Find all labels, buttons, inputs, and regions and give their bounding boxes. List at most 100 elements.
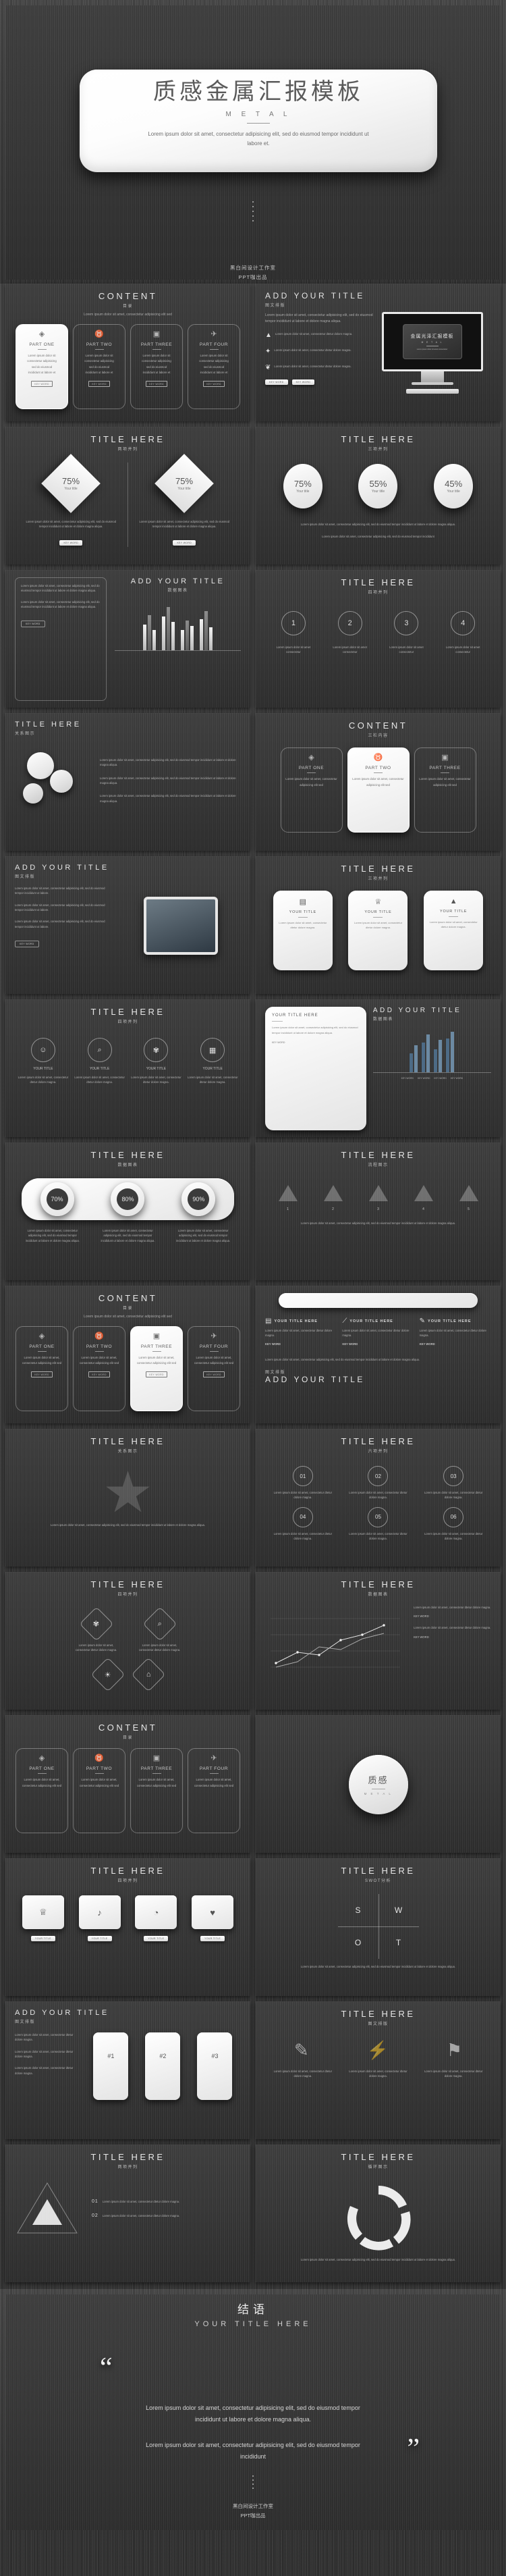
part-card-label: PART TWO	[86, 342, 113, 347]
part-card-label: PART THREE	[429, 766, 461, 770]
icon-item[interactable]: ▦ YOUR TITLE Lorem ipsum dolor sit amet,…	[184, 1038, 241, 1084]
card-label[interactable]: YOUR TITLE	[200, 1936, 225, 1941]
slide-three-ellipses[interactable]: TITLE HERE 三项并列 75% Your title 55% Your …	[256, 427, 501, 564]
slide-image-text[interactable]: ADD YOUR TITLE 图文排版 Lorem ipsum dolor si…	[256, 284, 501, 421]
slide-triangle-steps[interactable]: TITLE HERE 流程图示 1 2 3 4 5 Lorem ipsum do…	[256, 1142, 501, 1280]
slide-circular-arrows[interactable]: TITLE HERE 循环图示 Lorem ipsum dolor sit am…	[256, 2145, 501, 2282]
part-card-text: Lorem ipsum dolor sit amet, consectetur …	[285, 777, 337, 787]
part-card[interactable]: ♉ PART TWO Lorem ipsum dolor sit amet, c…	[73, 1748, 125, 1833]
key-word-button[interactable]: KEY WORD	[88, 381, 110, 388]
part-card[interactable]: ◈ PART ONE Lorem ipsum dolor sit consect…	[16, 323, 68, 409]
slide-three-pill-cards[interactable]: TITLE HERE 三项并列 ▤ YOUR TITLE Lorem ipsum…	[256, 856, 501, 994]
music-icon[interactable]: ♪	[78, 1895, 121, 1929]
icon-item[interactable]: ⌕ YOUR TITLE Lorem ipsum dolor sit amet,…	[72, 1038, 128, 1084]
pill-card[interactable]: ♕ YOUR TITLE Lorem ipsum dolor sit amet,…	[348, 891, 408, 970]
legend-item: KEY WORD	[450, 1077, 463, 1080]
icon-item[interactable]: ☺ YOUR TITLE Lorem ipsum dolor sit amet,…	[15, 1038, 72, 1084]
slide-subtitle: 数据图表	[372, 1018, 393, 1022]
heart-icon[interactable]: ♥	[192, 1895, 234, 1929]
part-card-text: sed do eiusmod	[203, 365, 225, 369]
slide-sketch-icons[interactable]: TITLE HERE 图文排版 ✎ ⚡ ⚑ Lorem ipsum dolor …	[256, 2001, 501, 2139]
part-card[interactable]: ◈ PART ONE Lorem ipsum dolor sit amet, c…	[16, 1325, 68, 1411]
col-text: Lorem ipsum dolor sit amet, consectetur …	[265, 1329, 333, 1338]
slide-puzzle[interactable]: TITLE HERE 关系图示 Lorem ipsum dolor sit am…	[5, 713, 250, 851]
part-card[interactable]: ▣ PART THREE Lorem ipsum dolor sit amet,…	[130, 1748, 183, 1833]
key-word-button[interactable]: KEY WORD	[203, 381, 225, 388]
bullet-text: Lorem ipsum dolor sit amet, consectetur …	[274, 365, 352, 368]
key-word-button[interactable]: KEY WORD	[21, 621, 45, 628]
slide-two-diamonds[interactable]: TITLE HERE 两项并列 75% Your title Lorem ips…	[5, 427, 250, 564]
part-card[interactable]: ✈ PART FOUR Lorem ipsum dolor sit consec…	[188, 323, 240, 409]
slide-swot[interactable]: TITLE HERE SWOT分析 S W O T Lorem ipsum do…	[256, 1858, 501, 1996]
slide-title: CONTENT	[98, 1293, 158, 1303]
card-label[interactable]: YOUR TITLE	[30, 1936, 55, 1941]
slide-round-badge[interactable]: 质感 M E T A L	[256, 1715, 501, 1853]
part-card[interactable]: ▣ PART THREE Lorem ipsum dolor sit amet,…	[414, 747, 476, 833]
title-card: 质感金属汇报模板 M E T A L Lorem ipsum dolor sit…	[80, 70, 437, 172]
part-card[interactable]: ♉ PART TWO Lorem ipsum dolor sit amet, c…	[73, 1325, 125, 1411]
key-word-button[interactable]: KEY WORD	[59, 540, 83, 546]
card-label[interactable]: YOUR TITLE	[144, 1936, 169, 1941]
item-number: 02	[92, 2213, 99, 2219]
key-word-button[interactable]: KEY WORD	[31, 1371, 53, 1378]
slide-tablet-layout[interactable]: ADD YOUR TITLE 图文排版 Lorem ipsum dolor si…	[5, 856, 250, 994]
slide-three-donuts[interactable]: TITLE HERE 数据图表 70% 80% 90% Lorem ipsum …	[5, 1142, 250, 1280]
part-card[interactable]: ▣ PART THREE Lorem ipsum dolor sit amet,…	[130, 1325, 183, 1411]
part-card-label: PART FOUR	[199, 342, 229, 347]
key-word-button[interactable]: KEY WORD	[88, 1371, 110, 1378]
key-word-button[interactable]: KEY WORD	[31, 381, 53, 388]
icon-item-label: YOUR TITLE	[202, 1067, 223, 1071]
key-word-button[interactable]: KEY WORD	[173, 540, 196, 546]
key-word-button[interactable]: KEY WORD	[265, 379, 288, 385]
slide-title: TITLE HERE	[90, 1579, 165, 1589]
slide-note-bar-chart[interactable]: YOUR TITLE HERE Lorem ipsum dolor sit am…	[256, 999, 501, 1137]
slide-content-toc[interactable]: CONTENT 目录 Lorem ipsum dolor sit amet, c…	[5, 284, 250, 421]
slide-content-cards-4c[interactable]: CONTENT 目录 ◈ PART ONE Lorem ipsum dolor …	[5, 1715, 250, 1853]
slide-description: Lorem ipsum dolor sit amet, consectetur …	[265, 313, 373, 323]
part-card-text: Lorem ipsum dolor sit amet, consectetur …	[194, 1355, 234, 1365]
slide-four-circle-icons[interactable]: TITLE HERE 四项并列 ☺ YOUR TITLE Lorem ipsum…	[5, 999, 250, 1137]
swot-quadrant: S	[355, 1905, 361, 1915]
slide-six-circles[interactable]: TITLE HERE 六项并列 01 02 03 Lorem ipsum dol…	[256, 1429, 501, 1567]
diamond-stat: 75% Your title	[41, 454, 101, 513]
slide-three-icon-cols[interactable]: ▤ YOUR TITLE HERE Lorem ipsum dolor sit …	[256, 1286, 501, 1423]
slide-bar-chart[interactable]: Lorem ipsum dolor sit amet, consectetur …	[5, 570, 250, 708]
card-label[interactable]: YOUR TITLE	[87, 1936, 112, 1941]
part-card[interactable]: ♉ PART TWO Lorem ipsum dolor sit consect…	[73, 323, 125, 409]
key-word-button[interactable]: KEY WORD	[146, 381, 167, 388]
key-word-button[interactable]: KEY WORD	[146, 1371, 167, 1378]
slide-four-white-cards[interactable]: TITLE HERE 四项并列 ♕ ♪ ◔ ♥ YOUR TITLE YOUR …	[5, 1858, 250, 1996]
slide-phone-cards[interactable]: ADD YOUR TITLE 图文排版 Lorem ipsum dolor si…	[5, 2001, 250, 2139]
phone-card[interactable]: #1	[93, 2032, 129, 2100]
slide-triangle-two[interactable]: TITLE HERE 两项并列 01 Lorem ipsum dolor sit…	[5, 2145, 250, 2282]
slide-hexagon-icons[interactable]: TITLE HERE 四项并列 ✾ Lorem ipsum dolor sit …	[5, 1572, 250, 1710]
phone-card[interactable]: #3	[197, 2032, 233, 2100]
slide-title: ADD YOUR TITLE	[265, 1375, 365, 1385]
part-card[interactable]: ◈ PART ONE Lorem ipsum dolor sit amet, c…	[16, 1748, 68, 1833]
slide-line-chart[interactable]: TITLE HERE 数据图表 Lorem ipsum dolor sit am…	[256, 1572, 501, 1710]
slide-content-cards-4b[interactable]: CONTENT 目录 Lorem ipsum dolor sit amet, c…	[5, 1286, 250, 1423]
part-card[interactable]: ✈ PART FOUR Lorem ipsum dolor sit amet, …	[188, 1325, 240, 1411]
part-card[interactable]: ♉ PART TWO Lorem ipsum dolor sit amet, c…	[347, 747, 410, 833]
slide-title: TITLE HERE	[90, 434, 165, 444]
pill-card[interactable]: ▤ YOUR TITLE Lorem ipsum dolor sit amet,…	[273, 891, 333, 970]
part-card[interactable]: ✈ PART FOUR Lorem ipsum dolor sit amet, …	[188, 1748, 240, 1833]
slide-title: TITLE HERE	[90, 1150, 165, 1160]
part-card-text: Lorem ipsum dolor sit amet, consectetur …	[79, 1778, 119, 1787]
clock-icon[interactable]: ◔	[135, 1895, 177, 1929]
hex-text: Lorem ipsum dolor sit amet, consectetur …	[75, 1644, 117, 1652]
pill-card[interactable]: ▲ YOUR TITLE Lorem ipsum dolor sit amet,…	[424, 891, 484, 970]
key-word-button[interactable]: KEY WORD	[15, 941, 39, 948]
step-number: 3	[404, 619, 409, 627]
part-card-text: Lorem ipsum dolor sit amet, consectetur …	[352, 777, 404, 787]
key-word-button[interactable]: KEY WORD	[291, 379, 315, 385]
icon-item[interactable]: ✾ YOUR TITLE Lorem ipsum dolor sit amet,…	[128, 1038, 185, 1084]
slide-star-diagram[interactable]: TITLE HERE 关系图示 ★ Lorem ipsum dolor sit …	[5, 1429, 250, 1567]
key-word-button[interactable]: KEY WORD	[203, 1371, 225, 1378]
phone-card[interactable]: #2	[145, 2032, 181, 2100]
part-card[interactable]: ▣ PART THREE Lorem ipsum dolor sit conse…	[130, 323, 183, 409]
slide-four-steps[interactable]: TITLE HERE 四项并列 1 2 3 4 Lorem ipsum dolo…	[256, 570, 501, 708]
cup-icon[interactable]: ♕	[22, 1895, 64, 1929]
slide-content-cards-3[interactable]: CONTENT 三栏内容 ◈ PART ONE Lorem ipsum dolo…	[256, 713, 501, 851]
part-card[interactable]: ◈ PART ONE Lorem ipsum dolor sit amet, c…	[280, 747, 343, 833]
